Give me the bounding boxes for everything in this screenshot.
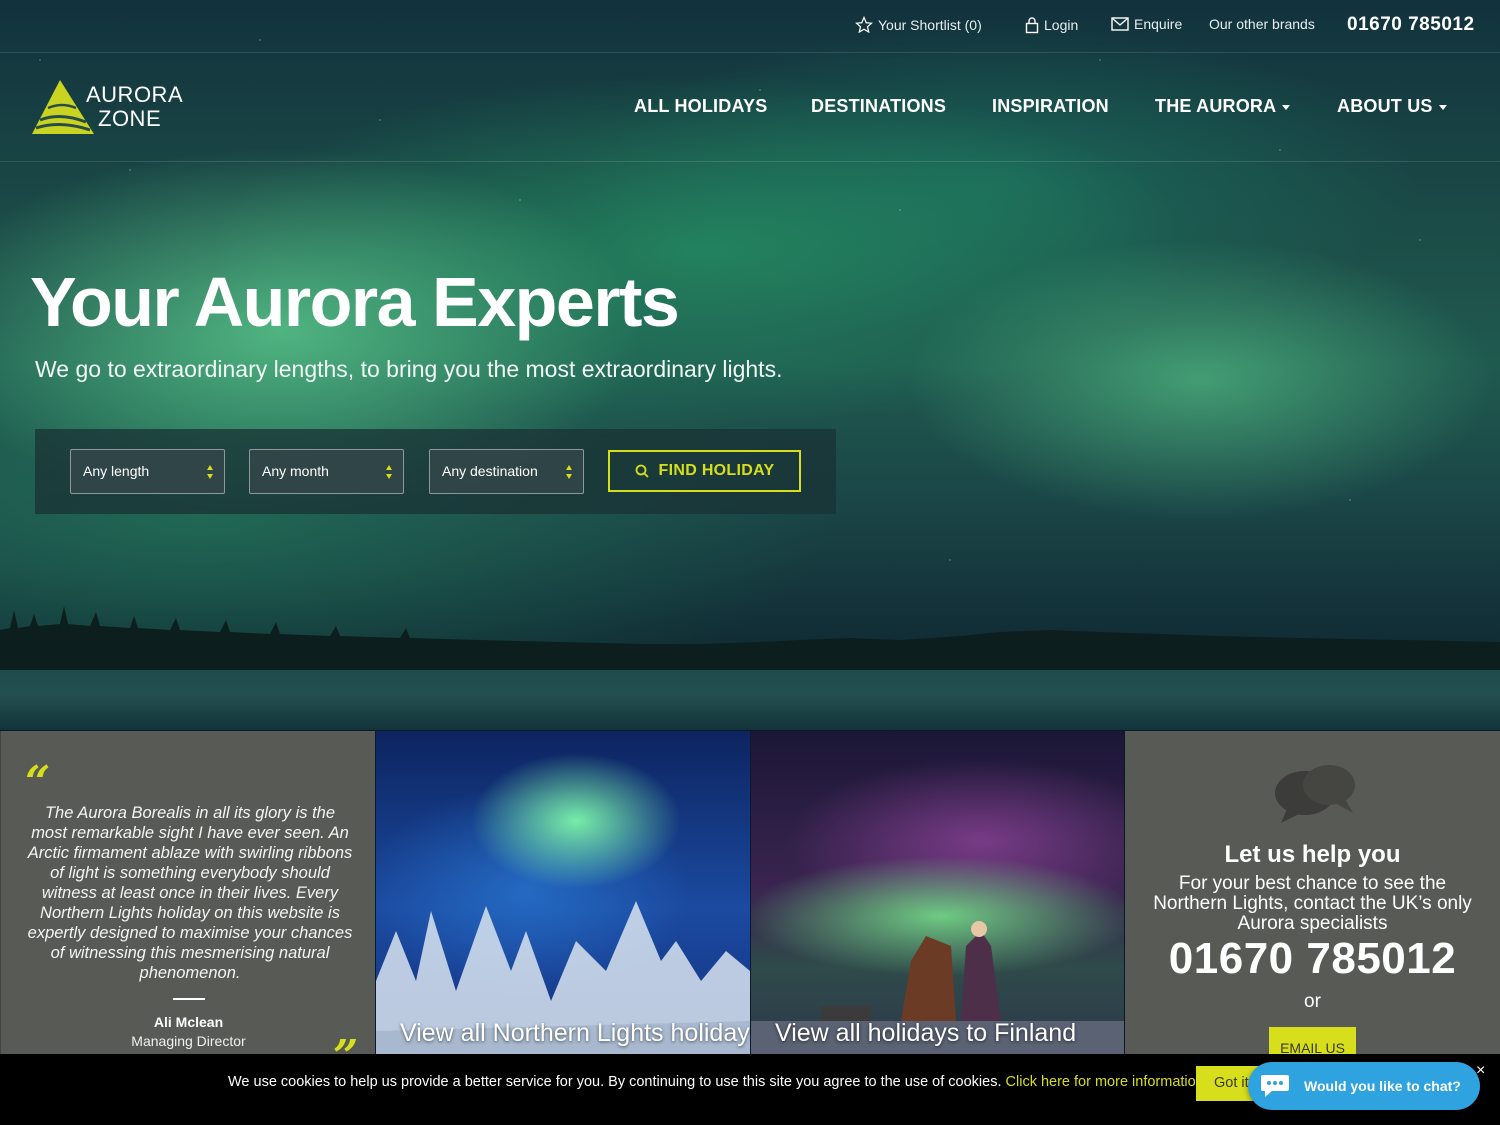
envelope-icon xyxy=(1111,17,1129,31)
length-select[interactable]: Any length xyxy=(70,449,225,494)
find-holiday-button[interactable]: FIND HOLIDAY xyxy=(608,450,801,492)
testimonial-role: Managing Director xyxy=(131,1033,246,1049)
nav-the-aurora-label: THE AURORA xyxy=(1155,96,1277,116)
logo-text-line1: AURORA xyxy=(86,82,184,107)
chat-close-icon[interactable]: × xyxy=(1476,1062,1485,1080)
login-link[interactable]: Login xyxy=(1025,16,1078,34)
star-icon xyxy=(855,16,873,34)
holiday-search-panel: Any length Any month Any destination FIN… xyxy=(35,429,836,514)
month-select[interactable]: Any month xyxy=(249,449,404,494)
nav-the-aurora[interactable]: THE AURORA xyxy=(1155,96,1291,117)
enquire-link[interactable]: Enquire xyxy=(1111,16,1182,32)
testimonial-author: Ali Mclean xyxy=(153,1014,224,1030)
hero-subtitle: We go to extraordinary lengths, to bring… xyxy=(35,356,783,382)
find-holiday-label: FIND HOLIDAY xyxy=(658,462,775,479)
treeline-silhouette xyxy=(0,606,1500,670)
quote-divider xyxy=(173,998,205,1000)
chat-bubble-icon xyxy=(1261,1075,1289,1097)
logo-text-line2: ZONE xyxy=(98,106,162,131)
shortlist-link[interactable]: Your Shortlist (0) xyxy=(855,16,982,34)
chat-label: Would you like to chat? xyxy=(1304,1078,1461,1094)
utility-bar: Your Shortlist (0) Login Enquire Our oth… xyxy=(0,0,1500,53)
cookie-banner: We use cookies to help us provide a bett… xyxy=(0,1054,1500,1125)
lock-icon xyxy=(1025,16,1039,34)
search-icon xyxy=(635,464,649,478)
topbar-phone-number: 01670 785012 xyxy=(1347,14,1475,35)
cookie-message: We use cookies to help us provide a bett… xyxy=(228,1074,1204,1090)
shortlist-label: Your Shortlist (0) xyxy=(878,17,982,33)
speech-bubbles-icon xyxy=(1275,765,1355,823)
nav-all-holidays[interactable]: ALL HOLIDAYS xyxy=(634,96,767,117)
caret-down-icon xyxy=(1282,104,1291,110)
caret-down-icon xyxy=(1438,104,1447,110)
testimonial-text: The Aurora Borealis in all its glory is … xyxy=(27,804,353,982)
finland-caption: View all holidays to Finland xyxy=(775,1019,1077,1047)
help-title: Let us help you xyxy=(1224,841,1401,868)
nav-inspiration-label: INSPIRATION xyxy=(992,96,1109,116)
hero-title: Your Aurora Experts xyxy=(30,263,680,341)
destination-select-value: Any destination xyxy=(442,463,538,479)
topbar-phone[interactable]: 01670 785012 xyxy=(1347,14,1475,36)
nav-all-holidays-label: ALL HOLIDAYS xyxy=(634,96,768,116)
nav-inspiration[interactable]: INSPIRATION xyxy=(992,96,1109,117)
northern-lights-caption: View all Northern Lights holidays xyxy=(400,1019,750,1047)
login-label: Login xyxy=(1044,17,1079,33)
cookie-text: We use cookies to help us provide a bett… xyxy=(228,1074,1002,1090)
nav-destinations-label: DESTINATIONS xyxy=(811,96,947,116)
select-arrows-icon xyxy=(566,465,572,479)
select-arrows-icon xyxy=(207,465,213,479)
main-navigation: AURORA ZONE ALL HOLIDAYS DESTINATIONS IN… xyxy=(0,54,1500,162)
select-arrows-icon xyxy=(386,465,392,479)
help-phone[interactable]: 01670 785012 xyxy=(1125,934,1500,984)
nav-about-us[interactable]: ABOUT US xyxy=(1337,96,1447,117)
help-text: For your best chance to see the Northern… xyxy=(1153,873,1472,934)
lake-reflection xyxy=(0,670,1500,730)
length-select-value: Any length xyxy=(83,463,150,479)
other-brands-label: Our other brands xyxy=(1209,16,1315,32)
destination-select[interactable]: Any destination xyxy=(429,449,584,494)
nav-destinations[interactable]: DESTINATIONS xyxy=(811,96,946,117)
enquire-label: Enquire xyxy=(1134,16,1183,32)
aurora-zone-logo[interactable]: AURORA ZONE xyxy=(30,78,190,138)
chat-widget-button[interactable]: Would you like to chat? xyxy=(1248,1062,1480,1110)
other-brands-link[interactable]: Our other brands xyxy=(1209,16,1315,32)
month-select-value: Any month xyxy=(262,463,329,479)
quote-open-mark: “ xyxy=(25,757,51,808)
cookie-info-link[interactable]: Click here for more information xyxy=(1006,1074,1204,1090)
help-or: or xyxy=(1304,991,1321,1012)
nav-about-us-label: ABOUT US xyxy=(1337,96,1433,116)
